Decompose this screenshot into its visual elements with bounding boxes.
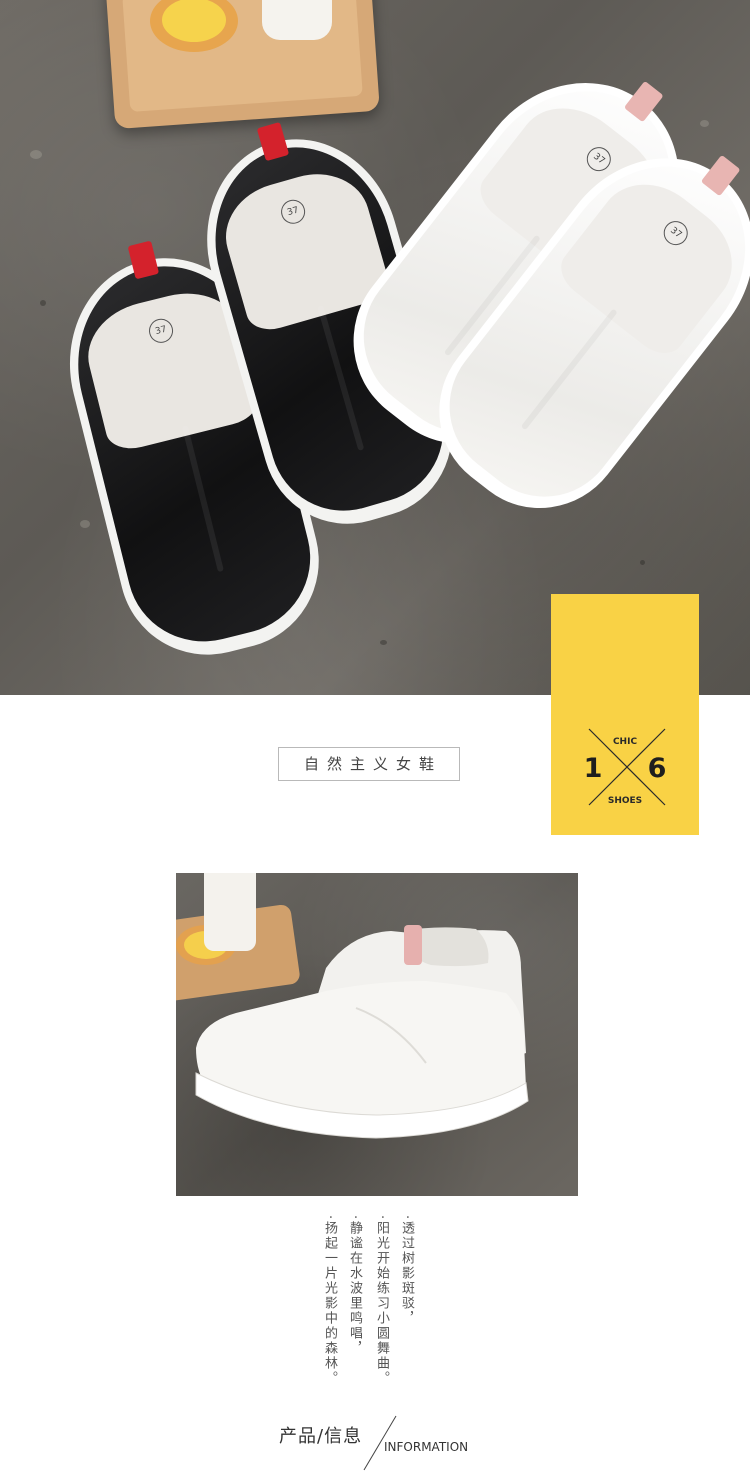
white-shoe-side-view (195, 925, 529, 1139)
brand-title: 自然主义女鞋 (278, 747, 460, 781)
floor-speck (30, 150, 42, 159)
poem-line-4: ·扬起一片光影中的森林。 (322, 1215, 337, 1387)
heel-tab (404, 925, 422, 965)
poem-line-3: ·静谧在水波里鸣唱， (347, 1215, 362, 1357)
hero-photo: 37 37 37 37 (0, 0, 750, 695)
brand-badge: CHIC SHOES 1 6 (551, 594, 699, 835)
section-title-en: INFORMATION (384, 1440, 469, 1454)
white-cup (262, 0, 332, 40)
section-header: 产品/信息 INFORMATION (0, 1410, 750, 1471)
floor-speck (80, 520, 90, 528)
floor-speck (40, 300, 46, 306)
floor-speck (380, 640, 387, 645)
wooden-tray (105, 0, 380, 130)
product-photo (176, 873, 578, 1196)
section-title-cn: 产品/信息 (279, 1426, 363, 1447)
badge-top-word: CHIC (613, 737, 637, 747)
floor-speck (700, 120, 709, 127)
badge-right-digit: 6 (648, 753, 667, 784)
badge-bottom-word: SHOES (608, 796, 642, 806)
badge-left-digit: 1 (584, 753, 603, 784)
floor-speck (640, 560, 645, 565)
poem-line-2: ·阳光开始练习小圆舞曲。 (374, 1215, 389, 1387)
poem-line-1: ·透过树影斑驳， (399, 1215, 414, 1327)
